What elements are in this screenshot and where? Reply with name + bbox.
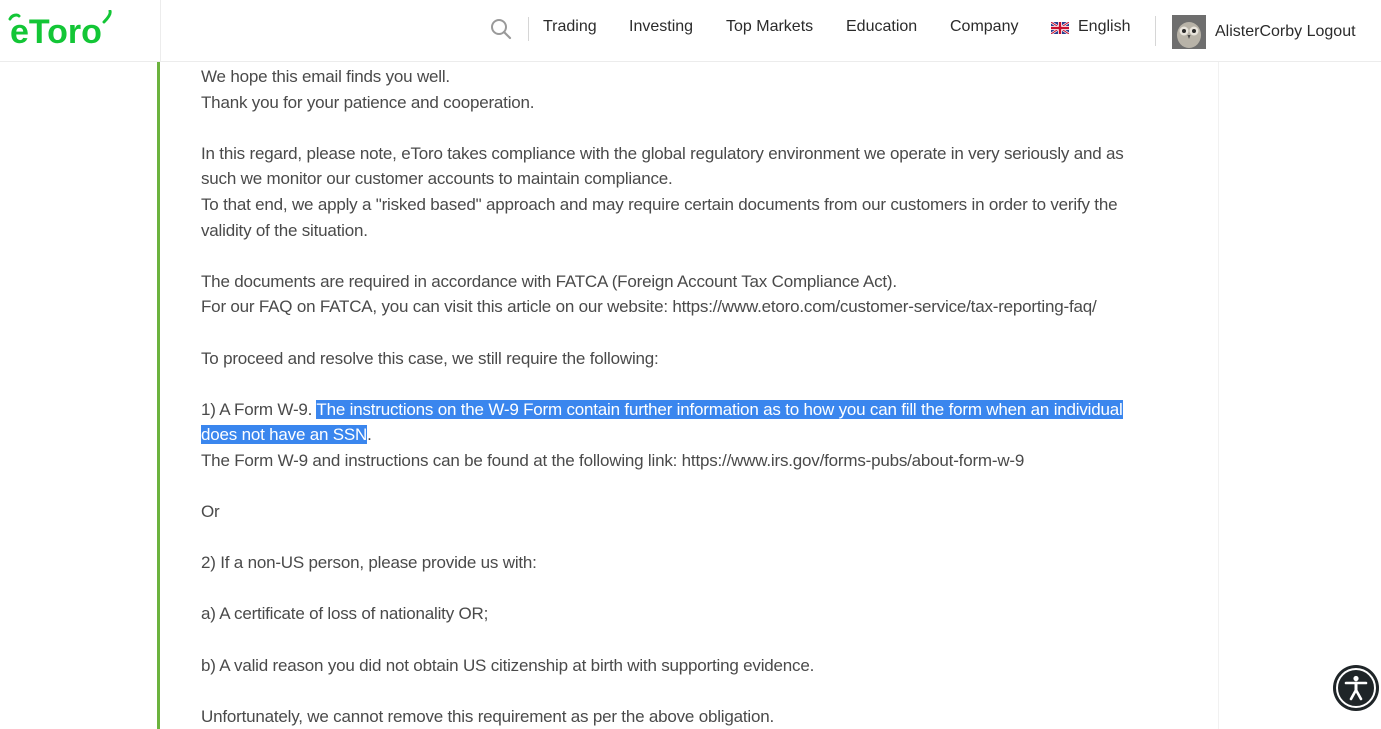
logo-divider — [160, 0, 161, 62]
fatca-faq-link-line[interactable]: For our FAQ on FATCA, you can visit this… — [201, 294, 1201, 320]
requirement-item-2b: b) A valid reason you did not obtain US … — [201, 655, 815, 675]
compliance-paragraph-line: validity of the situation. — [201, 220, 368, 240]
language-selector[interactable]: English — [1078, 18, 1130, 36]
user-menu: AlisterCorby Logout — [1215, 23, 1356, 41]
nav-investing[interactable]: Investing — [629, 18, 693, 36]
requirement-item-2: 2) If a non-US person, please provide us… — [201, 553, 537, 573]
fatca-paragraph-line: The documents are required in accordance… — [201, 271, 897, 291]
nav-company[interactable]: Company — [950, 18, 1018, 36]
requirement-item-1-cont: does not have an SSN. — [201, 422, 1201, 448]
compliance-paragraph-line: such we monitor our customer accounts to… — [201, 169, 673, 189]
selected-text[interactable]: does not have an SSN — [201, 425, 367, 445]
nav-separator — [528, 17, 529, 41]
username-link[interactable]: AlisterCorby — [1215, 23, 1302, 40]
nav-education[interactable]: Education — [846, 18, 917, 36]
item-1-prefix: 1) A Form W-9. — [201, 399, 317, 419]
search-icon[interactable] — [490, 18, 512, 40]
requirements-intro: To proceed and resolve this case, we sti… — [201, 348, 659, 368]
uk-flag-icon — [1051, 22, 1069, 34]
nav-top-markets[interactable]: Top Markets — [726, 18, 813, 36]
logout-link[interactable]: Logout — [1307, 23, 1356, 40]
or-separator: Or — [201, 502, 220, 522]
closing-line: Unfortunately, we cannot remove this req… — [201, 706, 775, 726]
compliance-paragraph-line: To that end, we apply a "risked based" a… — [201, 194, 1118, 214]
requirement-item-1: 1) A Form W-9. The instructions on the W… — [201, 397, 1201, 423]
email-body: We hope this email finds you well. Thank… — [201, 64, 1201, 729]
user-avatar[interactable] — [1172, 15, 1206, 49]
etoro-logo[interactable]: eToro — [8, 10, 116, 50]
email-thanks: Thank you for your patience and cooperat… — [201, 92, 535, 112]
w9-link-line[interactable]: The Form W-9 and instructions can be fou… — [201, 448, 1201, 474]
accessibility-button[interactable] — [1333, 665, 1379, 711]
requirement-item-2a: a) A certificate of loss of nationality … — [201, 604, 489, 624]
page: eToro Trading Investing Top Markets Educ… — [0, 0, 1381, 729]
avatar-owl-icon — [1172, 15, 1206, 49]
quote-accent-bar — [157, 62, 160, 729]
compliance-paragraph-line: In this regard, please note, eToro takes… — [201, 143, 1124, 163]
nav-trading[interactable]: Trading — [543, 18, 597, 36]
accessibility-icon — [1336, 668, 1376, 708]
top-header: eToro Trading Investing Top Markets Educ… — [0, 0, 1381, 62]
content-right-edge — [1218, 62, 1219, 729]
selected-text[interactable]: The instructions on the W-9 Form contain… — [316, 399, 1123, 419]
svg-text:eToro: eToro — [10, 13, 102, 50]
user-separator — [1155, 16, 1156, 46]
item-1-suffix: . — [367, 425, 372, 445]
email-greeting: We hope this email finds you well. — [201, 67, 450, 86]
